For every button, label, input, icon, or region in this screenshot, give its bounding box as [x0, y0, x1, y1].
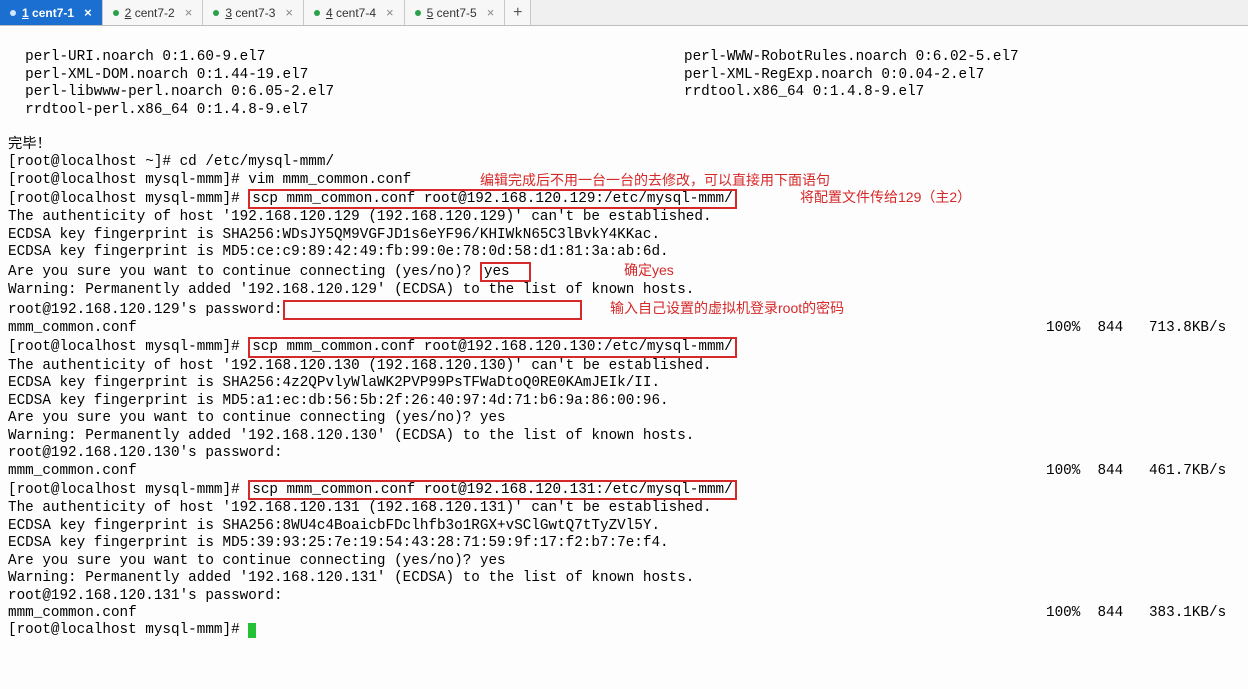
done-text: 完毕！: [8, 137, 51, 153]
annotation-yes: 确定yes: [624, 262, 674, 279]
close-icon[interactable]: ×: [285, 5, 293, 20]
output-line: The authenticity of host '192.168.120.12…: [8, 209, 712, 225]
cmd-vim: vim mmm_common.conf: [248, 172, 411, 188]
tab-hotkey: 1: [22, 6, 29, 20]
tab-label: cent7-3: [235, 6, 275, 20]
cursor-icon: [248, 623, 256, 638]
dirty-indicator-icon: [415, 10, 421, 16]
password-prompt: root@192.168.120.129's password:: [8, 302, 283, 318]
transfer-file: mmm_common.conf: [8, 605, 137, 621]
prompt: [root@localhost mysql-mmm]#: [8, 172, 248, 188]
output-line: Warning: Permanently added '192.168.120.…: [8, 428, 694, 444]
confirm-yes: yes: [480, 262, 531, 282]
pkg-line: perl-libwww-perl.noarch 0:6.05-2.el7: [8, 84, 334, 100]
pkg-line: rrdtool.x86_64 0:1.4.8-9.el7: [684, 84, 924, 101]
confirm-prompt: Are you sure you want to continue connec…: [8, 264, 480, 280]
tab-cent7-3[interactable]: 3 cent7-3 ×: [203, 0, 304, 25]
tab-cent7-5[interactable]: 5 cent7-5 ×: [405, 0, 506, 25]
pkg-line: perl-XML-RegExp.noarch 0:0.04-2.el7: [684, 67, 984, 84]
password-input-box: [283, 300, 583, 320]
tab-cent7-2[interactable]: 2 cent7-2 ×: [103, 0, 204, 25]
tab-hotkey: 2: [125, 6, 132, 20]
scp-command-2: scp mmm_common.conf root@192.168.120.130…: [248, 337, 736, 357]
tab-cent7-4[interactable]: 4 cent7-4 ×: [304, 0, 405, 25]
close-icon[interactable]: ×: [386, 5, 394, 20]
output-line: Warning: Permanently added '192.168.120.…: [8, 570, 694, 586]
dirty-indicator-icon: [314, 10, 320, 16]
output-line: ECDSA key fingerprint is SHA256:4z2QPvly…: [8, 375, 660, 391]
password-prompt: root@192.168.120.130's password:: [8, 445, 283, 461]
prompt: [root@localhost mysql-mmm]#: [8, 482, 248, 498]
scp-command-1: scp mmm_common.conf root@192.168.120.129…: [248, 189, 736, 209]
pkg-line: perl-WWW-RobotRules.noarch 0:6.02-5.el7: [684, 49, 1019, 66]
close-icon[interactable]: ×: [487, 5, 495, 20]
pkg-line: perl-XML-DOM.noarch 0:1.44-19.el7: [8, 67, 308, 83]
annotation-edit-hint: 编辑完成后不用一台一台的去修改，可以直接用下面语句: [480, 172, 830, 189]
prompt: [root@localhost ~]#: [8, 154, 180, 170]
tab-hotkey: 4: [326, 6, 333, 20]
new-tab-button[interactable]: +: [505, 0, 531, 25]
dirty-indicator-icon: [213, 10, 219, 16]
output-line: Are you sure you want to continue connec…: [8, 553, 506, 569]
output-line: ECDSA key fingerprint is MD5:a1:ec:db:56…: [8, 393, 669, 409]
transfer-stats: 100% 844 713.8KB/s: [1046, 320, 1226, 337]
password-prompt: root@192.168.120.131's password:: [8, 588, 283, 604]
output-line: The authenticity of host '192.168.120.13…: [8, 358, 712, 374]
dirty-indicator-icon: [113, 10, 119, 16]
close-icon[interactable]: ×: [84, 5, 92, 20]
output-line: ECDSA key fingerprint is SHA256:8WU4c4Bo…: [8, 518, 660, 534]
output-line: ECDSA key fingerprint is MD5:39:93:25:7e…: [8, 535, 669, 551]
transfer-file: mmm_common.conf: [8, 463, 137, 479]
annotation-copy-129: 将配置文件传给129（主2）: [800, 189, 971, 206]
terminal[interactable]: perl-URI.noarch 0:1.60-9.el7 perl-WWW-Rob…: [0, 26, 1248, 650]
pkg-line: rrdtool-perl.x86_64 0:1.4.8-9.el7: [8, 102, 308, 118]
dirty-indicator-icon: [10, 10, 16, 16]
prompt: [root@localhost mysql-mmm]#: [8, 339, 248, 355]
plus-icon: +: [513, 4, 522, 22]
scp-command-3: scp mmm_common.conf root@192.168.120.131…: [248, 480, 736, 500]
close-icon[interactable]: ×: [185, 5, 193, 20]
tab-label: cent7-1: [32, 6, 74, 20]
tab-bar: 1 cent7-1 × 2 cent7-2 × 3 cent7-3 × 4 ce…: [0, 0, 1248, 26]
annotation-password: 输入自己设置的虚拟机登录root的密码: [610, 300, 844, 317]
tab-cent7-1[interactable]: 1 cent7-1 ×: [0, 0, 103, 25]
transfer-stats: 100% 844 461.7KB/s: [1046, 463, 1226, 480]
tab-hotkey: 5: [427, 6, 434, 20]
output-line: ECDSA key fingerprint is MD5:ce:c9:89:42…: [8, 244, 669, 260]
output-line: Are you sure you want to continue connec…: [8, 410, 506, 426]
output-line: The authenticity of host '192.168.120.13…: [8, 500, 712, 516]
transfer-stats: 100% 844 383.1KB/s: [1046, 605, 1226, 622]
prompt: [root@localhost mysql-mmm]#: [8, 622, 248, 638]
prompt: [root@localhost mysql-mmm]#: [8, 191, 248, 207]
output-line: ECDSA key fingerprint is SHA256:WDsJY5QM…: [8, 227, 660, 243]
cmd-cd: cd /etc/mysql-mmm/: [180, 154, 334, 170]
pkg-line: perl-URI.noarch 0:1.60-9.el7: [8, 49, 265, 65]
tab-label: cent7-5: [437, 6, 477, 20]
tab-label: cent7-4: [336, 6, 376, 20]
transfer-file: mmm_common.conf: [8, 320, 137, 336]
output-line: Warning: Permanently added '192.168.120.…: [8, 282, 694, 298]
tab-hotkey: 3: [225, 6, 232, 20]
tab-label: cent7-2: [135, 6, 175, 20]
